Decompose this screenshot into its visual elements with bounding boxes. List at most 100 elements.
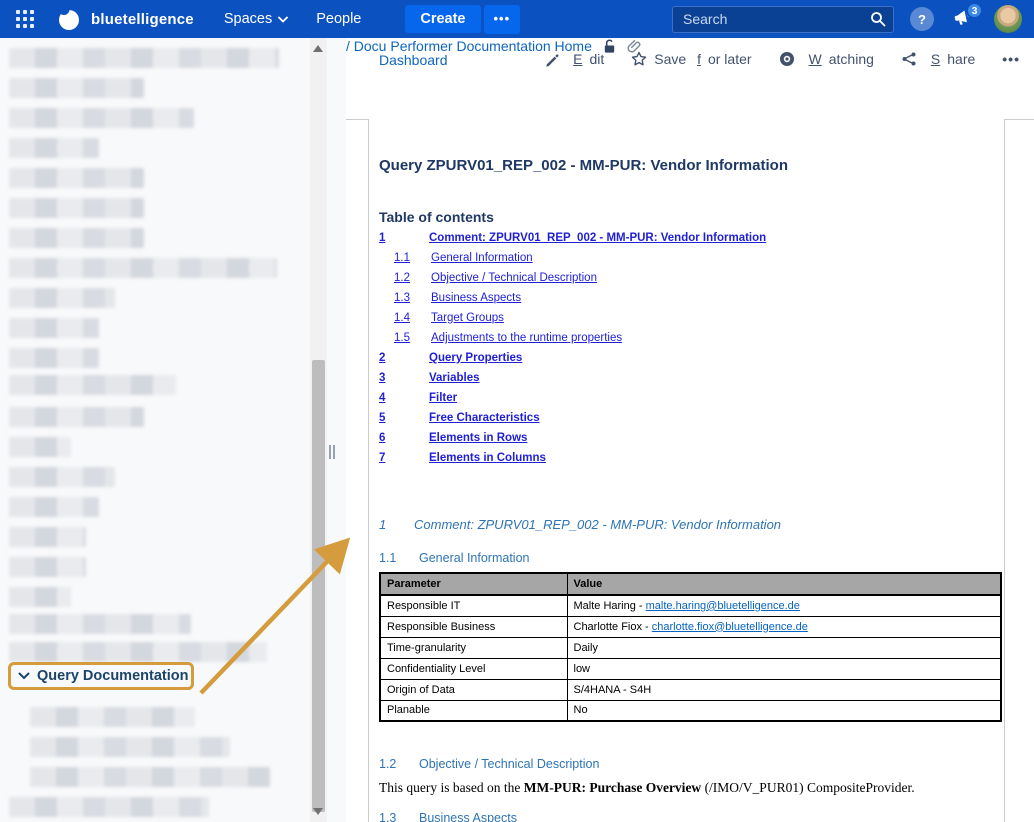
toc-entry-number[interactable]: 1 [379, 232, 429, 252]
toc-entry-number[interactable]: 1.2 [394, 272, 431, 292]
sidebar-placeholder-item[interactable] [9, 48, 279, 68]
sidebar-placeholder-item[interactable] [9, 797, 209, 817]
search-input[interactable] [672, 6, 894, 33]
toc-entry-link[interactable]: Target Groups [431, 312, 504, 332]
toc-entry-link[interactable]: Business Aspects [431, 292, 521, 312]
toc-entry: 7Elements in Columns [379, 452, 989, 472]
sidebar-placeholder-item[interactable] [9, 587, 71, 607]
parameter-cell: Responsible IT [380, 595, 567, 616]
create-button[interactable]: Create [405, 5, 480, 33]
toc-entry: 1.4Target Groups [379, 312, 989, 332]
toc-entry-link[interactable]: Comment: ZPURV01_REP_002 - MM-PUR: Vendo… [429, 232, 766, 252]
breadcrumb-dashboard[interactable]: Dashboard [379, 52, 448, 68]
nav-people[interactable]: People [316, 11, 361, 27]
toc-entry-number[interactable]: 3 [379, 372, 429, 392]
sidebar-resize-grip[interactable] [329, 445, 335, 459]
toc-entry-link[interactable]: Query Properties [429, 352, 522, 372]
table-row: Responsible BusinessCharlotte Fiox - cha… [380, 616, 1001, 637]
sidebar-item-label: Query Documentation [37, 668, 188, 684]
toc-entry-number[interactable]: 7 [379, 452, 429, 472]
email-link[interactable]: malte.haring@bluetelligence.de [646, 600, 800, 612]
sidebar-placeholder-item[interactable] [30, 707, 195, 727]
toc-entry-number[interactable]: 5 [379, 412, 429, 432]
toc-entry-number[interactable]: 1.3 [394, 292, 431, 312]
sidebar-placeholder-item[interactable] [9, 78, 144, 98]
help-button[interactable]: ? [910, 7, 934, 31]
sidebar-placeholder-item[interactable] [30, 737, 230, 757]
sidebar-placeholder-item[interactable] [9, 642, 267, 662]
sidebar-placeholder-item[interactable] [9, 614, 191, 634]
scrollbar-thumb[interactable] [312, 360, 325, 812]
share-button[interactable]: Share [901, 51, 975, 67]
nav-spaces[interactable]: Spaces [224, 11, 288, 27]
section-1-1-heading: 1.1 General Information [379, 551, 529, 565]
scroll-down-arrow-icon[interactable] [313, 808, 323, 815]
sidebar-placeholder-item[interactable] [9, 497, 99, 517]
section-1-3-heading: 1.3 Business Aspects [379, 811, 517, 822]
sidebar-item-query-documentation[interactable]: Query Documentation [8, 662, 194, 690]
watching-button[interactable]: Watching [779, 51, 874, 67]
sidebar-placeholder-item[interactable] [9, 228, 144, 248]
pencil-icon [544, 52, 559, 67]
page-actions-bar: Edit Save for later Watching [544, 51, 1020, 67]
sidebar-placeholder-item[interactable] [9, 198, 144, 218]
app-switcher-icon[interactable] [16, 10, 34, 28]
user-avatar[interactable] [994, 5, 1022, 33]
sidebar-placeholder-item[interactable] [9, 168, 144, 188]
email-link[interactable]: charlotte.fiox@bluetelligence.de [652, 621, 808, 633]
toc-entry-link[interactable]: Objective / Technical Description [431, 272, 597, 292]
value-cell: Charlotte Fiox - charlotte.fiox@bluetell… [567, 616, 1001, 637]
toc-entry: 1.2Objective / Technical Description [379, 272, 989, 292]
toc-entry-number[interactable]: 2 [379, 352, 429, 372]
notifications-button[interactable]: 3 [952, 8, 976, 30]
toc-entry-number[interactable]: 1.4 [394, 312, 431, 332]
parameter-cell: Confidentiality Level [380, 658, 567, 679]
document-preview-page: Query ZPURV01_REP_002 - MM-PUR: Vendor I… [368, 119, 1005, 822]
toc-entry-number[interactable]: 6 [379, 432, 429, 452]
sidebar-placeholder-item[interactable] [9, 318, 99, 338]
page-tree-sidebar: Query Documentation [0, 38, 346, 822]
save-for-later-button[interactable]: Save for later [631, 51, 751, 67]
page-more-actions-button[interactable]: ••• [1002, 51, 1020, 67]
toc-entry-link[interactable]: Free Characteristics [429, 412, 540, 432]
chevron-down-icon [278, 16, 288, 23]
sidebar-placeholder-item[interactable] [9, 407, 144, 427]
sidebar-scrollbar[interactable] [310, 38, 327, 822]
sidebar-placeholder-item[interactable] [9, 527, 86, 547]
bluetelligence-logo-icon[interactable] [56, 6, 82, 32]
sidebar-placeholder-item[interactable] [9, 348, 99, 368]
brand-name[interactable]: bluetelligence [91, 11, 194, 28]
sidebar-placeholder-item[interactable] [9, 108, 194, 128]
sidebar-placeholder-item[interactable] [9, 288, 115, 308]
table-row: Time-granularityDaily [380, 637, 1001, 658]
eye-icon [779, 51, 795, 67]
toc-entry-number[interactable]: 4 [379, 392, 429, 412]
toc-entry: 4Filter [379, 392, 989, 412]
value-cell: No [567, 700, 1001, 721]
toc-entry-link[interactable]: Filter [429, 392, 457, 412]
sidebar-placeholder-item[interactable] [9, 467, 115, 487]
toc-entry: 1Comment: ZPURV01_REP_002 - MM-PUR: Vend… [379, 232, 989, 252]
sidebar-placeholder-item[interactable] [9, 557, 86, 577]
nav-more-button[interactable]: ••• [484, 5, 521, 34]
toc-entry-link[interactable]: Elements in Rows [429, 432, 527, 452]
toc-entry-link[interactable]: Elements in Columns [429, 452, 546, 472]
sidebar-placeholder-item[interactable] [9, 258, 277, 278]
scroll-up-arrow-icon[interactable] [313, 45, 323, 52]
toc-entry-number[interactable]: 1.5 [394, 332, 431, 352]
sidebar-placeholder-item[interactable] [9, 375, 176, 395]
toc-entry-number[interactable]: 1.1 [394, 252, 431, 272]
notification-count-badge: 3 [966, 2, 983, 19]
edit-button[interactable]: Edit [544, 51, 604, 67]
sidebar-placeholder-item[interactable] [9, 437, 71, 457]
sidebar-placeholder-item[interactable] [30, 767, 270, 787]
toc-entry-link[interactable]: Variables [429, 372, 480, 392]
table-row: Origin of DataS/4HANA - S4H [380, 679, 1001, 700]
toc-entry-link[interactable]: General Information [431, 252, 533, 272]
toc-entry-link[interactable]: Adjustments to the runtime properties [431, 332, 622, 352]
table-row: PlanableNo [380, 700, 1001, 721]
chevron-down-icon[interactable] [18, 672, 30, 680]
sidebar-placeholder-item[interactable] [9, 138, 99, 158]
toc-entry: 1.1General Information [379, 252, 989, 272]
search-icon[interactable] [870, 11, 886, 27]
